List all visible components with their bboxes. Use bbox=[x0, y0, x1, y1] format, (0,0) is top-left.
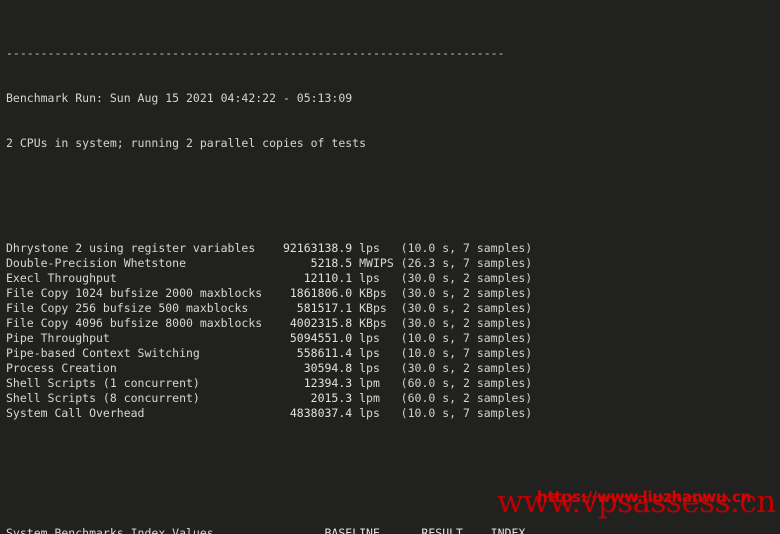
result-value: 558611.4 bbox=[262, 346, 353, 360]
result-name: Process Creation bbox=[6, 361, 263, 375]
result-detail: (10.0 s, 7 samples) bbox=[400, 406, 533, 420]
result-row: File Copy 1024 bufsize 2000 maxblocks 18… bbox=[6, 286, 532, 301]
index-values-block: System Benchmarks Index Values BASELINE … bbox=[6, 526, 532, 534]
result-unit: lps bbox=[352, 241, 401, 255]
result-row: Execl Throughput 12110.1 lps (30.0 s, 2 … bbox=[6, 271, 532, 286]
result-name: Pipe-based Context Switching bbox=[6, 346, 263, 360]
result-unit: lps bbox=[352, 361, 401, 375]
result-unit: lps bbox=[352, 406, 401, 420]
result-name: Dhrystone 2 using register variables bbox=[6, 241, 263, 255]
result-row: Process Creation 30594.8 lps (30.0 s, 2 … bbox=[6, 361, 532, 376]
result-detail: (30.0 s, 2 samples) bbox=[400, 361, 533, 375]
result-value: 12394.3 bbox=[262, 376, 353, 390]
result-value: 2015.3 bbox=[262, 391, 353, 405]
result-unit: lps bbox=[352, 271, 401, 285]
col-header-result: RESULT bbox=[379, 526, 463, 534]
result-detail: (30.0 s, 2 samples) bbox=[400, 286, 533, 300]
result-row: Double-Precision Whetstone 5218.5 MWIPS … bbox=[6, 256, 532, 271]
result-value: 581517.1 bbox=[262, 301, 353, 315]
result-value: 5218.5 bbox=[262, 256, 353, 270]
result-value: 92163138.9 bbox=[262, 241, 353, 255]
result-row: System Call Overhead 4838037.4 lps (10.0… bbox=[6, 406, 532, 421]
result-name: Double-Precision Whetstone bbox=[6, 256, 263, 270]
result-row: File Copy 4096 bufsize 8000 maxblocks 40… bbox=[6, 316, 532, 331]
result-detail: (30.0 s, 2 samples) bbox=[400, 301, 533, 315]
result-name: System Call Overhead bbox=[6, 406, 263, 420]
top-rule: ----------------------------------------… bbox=[6, 46, 505, 60]
cpu-count-line: 2 CPUs in system; running 2 parallel cop… bbox=[6, 136, 367, 150]
result-row: Dhrystone 2 using register variables 921… bbox=[6, 241, 532, 256]
result-row: Shell Scripts (8 concurrent) 2015.3 lpm … bbox=[6, 391, 532, 406]
terminal-output: ----------------------------------------… bbox=[6, 1, 532, 534]
result-unit: lpm bbox=[352, 391, 401, 405]
result-detail: (30.0 s, 2 samples) bbox=[400, 316, 533, 330]
index-header-row: System Benchmarks Index Values BASELINE … bbox=[6, 526, 532, 534]
result-detail: (60.0 s, 2 samples) bbox=[400, 376, 533, 390]
result-value: 1861806.0 bbox=[262, 286, 353, 300]
result-value: 4002315.8 bbox=[262, 316, 353, 330]
result-detail: (30.0 s, 2 samples) bbox=[400, 271, 533, 285]
result-name: File Copy 256 bufsize 500 maxblocks bbox=[6, 301, 263, 315]
result-name: Execl Throughput bbox=[6, 271, 263, 285]
result-unit: KBps bbox=[352, 286, 401, 300]
result-name: Shell Scripts (8 concurrent) bbox=[6, 391, 263, 405]
result-row: Pipe Throughput 5094551.0 lps (10.0 s, 7… bbox=[6, 331, 532, 346]
result-value: 4838037.4 bbox=[262, 406, 353, 420]
result-value: 12110.1 bbox=[262, 271, 353, 285]
result-detail: (10.0 s, 7 samples) bbox=[400, 331, 533, 345]
watermark-primary: www.vpsassess.cn bbox=[497, 484, 776, 520]
col-header-index: INDEX bbox=[462, 526, 526, 534]
result-name: Pipe Throughput bbox=[6, 331, 263, 345]
result-value: 5094551.0 bbox=[262, 331, 353, 345]
result-detail: (60.0 s, 2 samples) bbox=[400, 391, 533, 405]
benchmark-results-block: Dhrystone 2 using register variables 921… bbox=[6, 241, 532, 421]
col-header-baseline: BASELINE bbox=[282, 526, 380, 534]
result-unit: KBps bbox=[352, 316, 401, 330]
terminal-window: ----------------------------------------… bbox=[0, 0, 780, 534]
result-row: Pipe-based Context Switching 558611.4 lp… bbox=[6, 346, 532, 361]
result-value: 30594.8 bbox=[262, 361, 353, 375]
watermark-secondary: https://www.liuzhanwu.cn bbox=[537, 488, 752, 506]
result-unit: KBps bbox=[352, 301, 401, 315]
result-name: File Copy 4096 bufsize 8000 maxblocks bbox=[6, 316, 263, 330]
result-row: Shell Scripts (1 concurrent) 12394.3 lpm… bbox=[6, 376, 532, 391]
result-unit: lpm bbox=[352, 376, 401, 390]
result-detail: (26.3 s, 7 samples) bbox=[400, 256, 533, 270]
benchmark-run-line: Benchmark Run: Sun Aug 15 2021 04:42:22 … bbox=[6, 91, 353, 105]
result-name: File Copy 1024 bufsize 2000 maxblocks bbox=[6, 286, 263, 300]
result-detail: (10.0 s, 7 samples) bbox=[400, 241, 533, 255]
result-detail: (10.0 s, 7 samples) bbox=[400, 346, 533, 360]
result-unit: MWIPS bbox=[352, 256, 401, 270]
result-unit: lps bbox=[352, 331, 401, 345]
result-unit: lps bbox=[352, 346, 401, 360]
result-row: File Copy 256 bufsize 500 maxblocks 5815… bbox=[6, 301, 532, 316]
index-title: System Benchmarks Index Values bbox=[6, 526, 283, 534]
result-name: Shell Scripts (1 concurrent) bbox=[6, 376, 263, 390]
